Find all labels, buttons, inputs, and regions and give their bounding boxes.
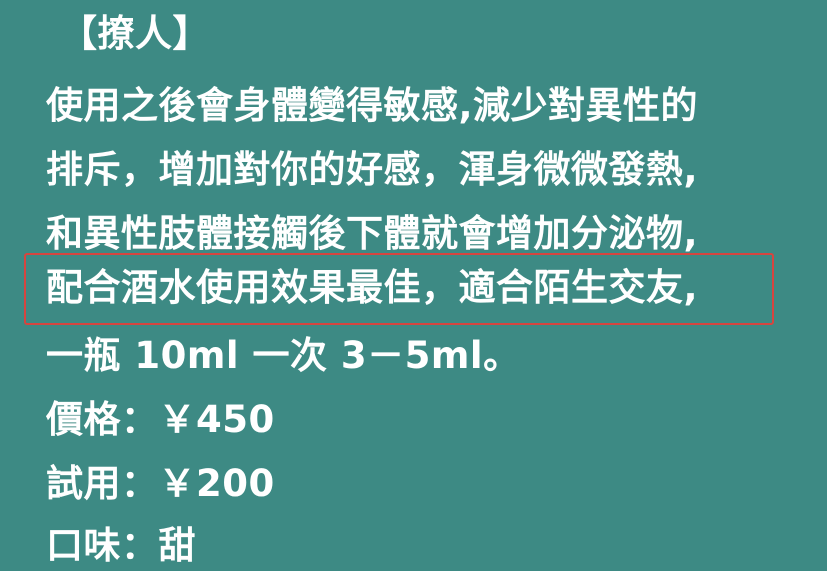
price-line: 價格：￥450 bbox=[46, 398, 275, 441]
trial-price-line: 試用：￥200 bbox=[46, 462, 275, 505]
description-line-5: 一瓶 10ml 一次 3－5ml。 bbox=[46, 334, 521, 377]
flavor-line: 口味：甜 bbox=[46, 524, 196, 567]
highlight-box bbox=[24, 253, 774, 325]
description-line-2: 排斥，增加對你的好感，渾身微微發熱, bbox=[46, 148, 699, 191]
product-title: 【撩人】 bbox=[60, 12, 210, 55]
description-line-3: 和異性肢體接觸後下體就會增加分泌物, bbox=[46, 212, 699, 255]
description-line-1: 使用之後會身體變得敏感,減少對異性的 bbox=[46, 84, 699, 127]
